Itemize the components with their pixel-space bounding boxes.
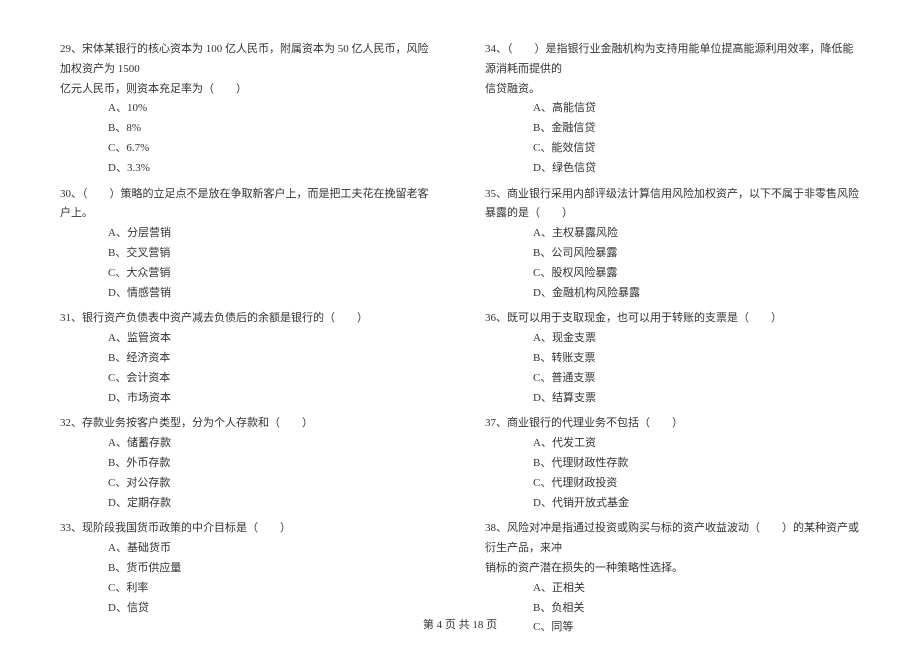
option-a: A、高能信贷 <box>485 99 860 119</box>
question-text: 37、商业银行的代理业务不包括（ ） <box>485 414 860 434</box>
option-a: A、储蓄存款 <box>60 434 435 454</box>
question-text: 36、既可以用于支取现金，也可以用于转账的支票是（ ） <box>485 309 860 329</box>
option-d: D、市场资本 <box>60 389 435 409</box>
question-text: 32、存款业务按客户类型，分为个人存款和（ ） <box>60 414 435 434</box>
option-b: B、交叉营销 <box>60 244 435 264</box>
option-d: D、3.3% <box>60 159 435 179</box>
option-b: B、金融信贷 <box>485 119 860 139</box>
option-c: C、股权风险暴露 <box>485 264 860 284</box>
option-d: D、绿色信贷 <box>485 159 860 179</box>
option-c: C、代理财政投资 <box>485 474 860 494</box>
option-b: B、货币供应量 <box>60 559 435 579</box>
question-36: 36、既可以用于支取现金，也可以用于转账的支票是（ ） A、现金支票 B、转账支… <box>485 309 860 408</box>
question-text: 38、风险对冲是指通过投资或购买与标的资产收益波动（ ）的某种资产或衍生产品，来… <box>485 519 860 559</box>
option-a: A、代发工资 <box>485 434 860 454</box>
question-29: 29、宋体某银行的核心资本为 100 亿人民币，附属资本为 50 亿人民币，风险… <box>60 40 435 179</box>
option-c: C、对公存款 <box>60 474 435 494</box>
question-text: 34、（ ）是指银行业金融机构为支持用能单位提高能源利用效率，降低能源消耗而提供… <box>485 40 860 80</box>
option-b: B、代理财政性存款 <box>485 454 860 474</box>
question-33: 33、现阶段我国货币政策的中介目标是（ ） A、基础货币 B、货币供应量 C、利… <box>60 519 435 618</box>
question-30: 30、（ ）策略的立足点不是放在争取新客户上，而是把工夫花在挽留老客户上。 A、… <box>60 185 435 304</box>
option-c: C、普通支票 <box>485 369 860 389</box>
question-text: 30、（ ）策略的立足点不是放在争取新客户上，而是把工夫花在挽留老客户上。 <box>60 185 435 225</box>
option-a: A、正相关 <box>485 579 860 599</box>
question-text-continue: 信贷融资。 <box>485 80 860 100</box>
question-35: 35、商业银行采用内部评级法计算信用风险加权资产，以下不属于非零售风险暴露的是（… <box>485 185 860 304</box>
option-b: B、转账支票 <box>485 349 860 369</box>
document-content: 29、宋体某银行的核心资本为 100 亿人民币，附属资本为 50 亿人民币，风险… <box>60 40 860 644</box>
option-a: A、分层营销 <box>60 224 435 244</box>
option-d: D、金融机构风险暴露 <box>485 284 860 304</box>
question-34: 34、（ ）是指银行业金融机构为支持用能单位提高能源利用效率，降低能源消耗而提供… <box>485 40 860 179</box>
question-text: 31、银行资产负债表中资产减去负债后的余额是银行的（ ） <box>60 309 435 329</box>
question-text: 35、商业银行采用内部评级法计算信用风险加权资产，以下不属于非零售风险暴露的是（… <box>485 185 860 225</box>
question-text-continue: 销标的资产潜在损失的一种策略性选择。 <box>485 559 860 579</box>
option-a: A、现金支票 <box>485 329 860 349</box>
option-d: D、情感营销 <box>60 284 435 304</box>
option-a: A、10% <box>60 99 435 119</box>
option-b: B、8% <box>60 119 435 139</box>
option-c: C、大众营销 <box>60 264 435 284</box>
option-a: A、基础货币 <box>60 539 435 559</box>
option-d: D、定期存款 <box>60 494 435 514</box>
option-b: B、经济资本 <box>60 349 435 369</box>
option-c: C、会计资本 <box>60 369 435 389</box>
option-d: D、代销开放式基金 <box>485 494 860 514</box>
question-text: 33、现阶段我国货币政策的中介目标是（ ） <box>60 519 435 539</box>
option-c: C、利率 <box>60 579 435 599</box>
option-c: C、能效信贷 <box>485 139 860 159</box>
question-text: 29、宋体某银行的核心资本为 100 亿人民币，附属资本为 50 亿人民币，风险… <box>60 40 435 80</box>
option-d: D、结算支票 <box>485 389 860 409</box>
option-a: A、主权暴露风险 <box>485 224 860 244</box>
option-b: B、公司风险暴露 <box>485 244 860 264</box>
question-32: 32、存款业务按客户类型，分为个人存款和（ ） A、储蓄存款 B、外币存款 C、… <box>60 414 435 513</box>
left-column: 29、宋体某银行的核心资本为 100 亿人民币，附属资本为 50 亿人民币，风险… <box>60 40 435 644</box>
option-a: A、监管资本 <box>60 329 435 349</box>
question-text-continue: 亿元人民币，则资本充足率为（ ） <box>60 80 435 100</box>
question-37: 37、商业银行的代理业务不包括（ ） A、代发工资 B、代理财政性存款 C、代理… <box>485 414 860 513</box>
right-column: 34、（ ）是指银行业金融机构为支持用能单位提高能源利用效率，降低能源消耗而提供… <box>485 40 860 644</box>
option-c: C、6.7% <box>60 139 435 159</box>
question-31: 31、银行资产负债表中资产减去负债后的余额是银行的（ ） A、监管资本 B、经济… <box>60 309 435 408</box>
option-b: B、外币存款 <box>60 454 435 474</box>
page-footer: 第 4 页 共 18 页 <box>0 616 920 632</box>
